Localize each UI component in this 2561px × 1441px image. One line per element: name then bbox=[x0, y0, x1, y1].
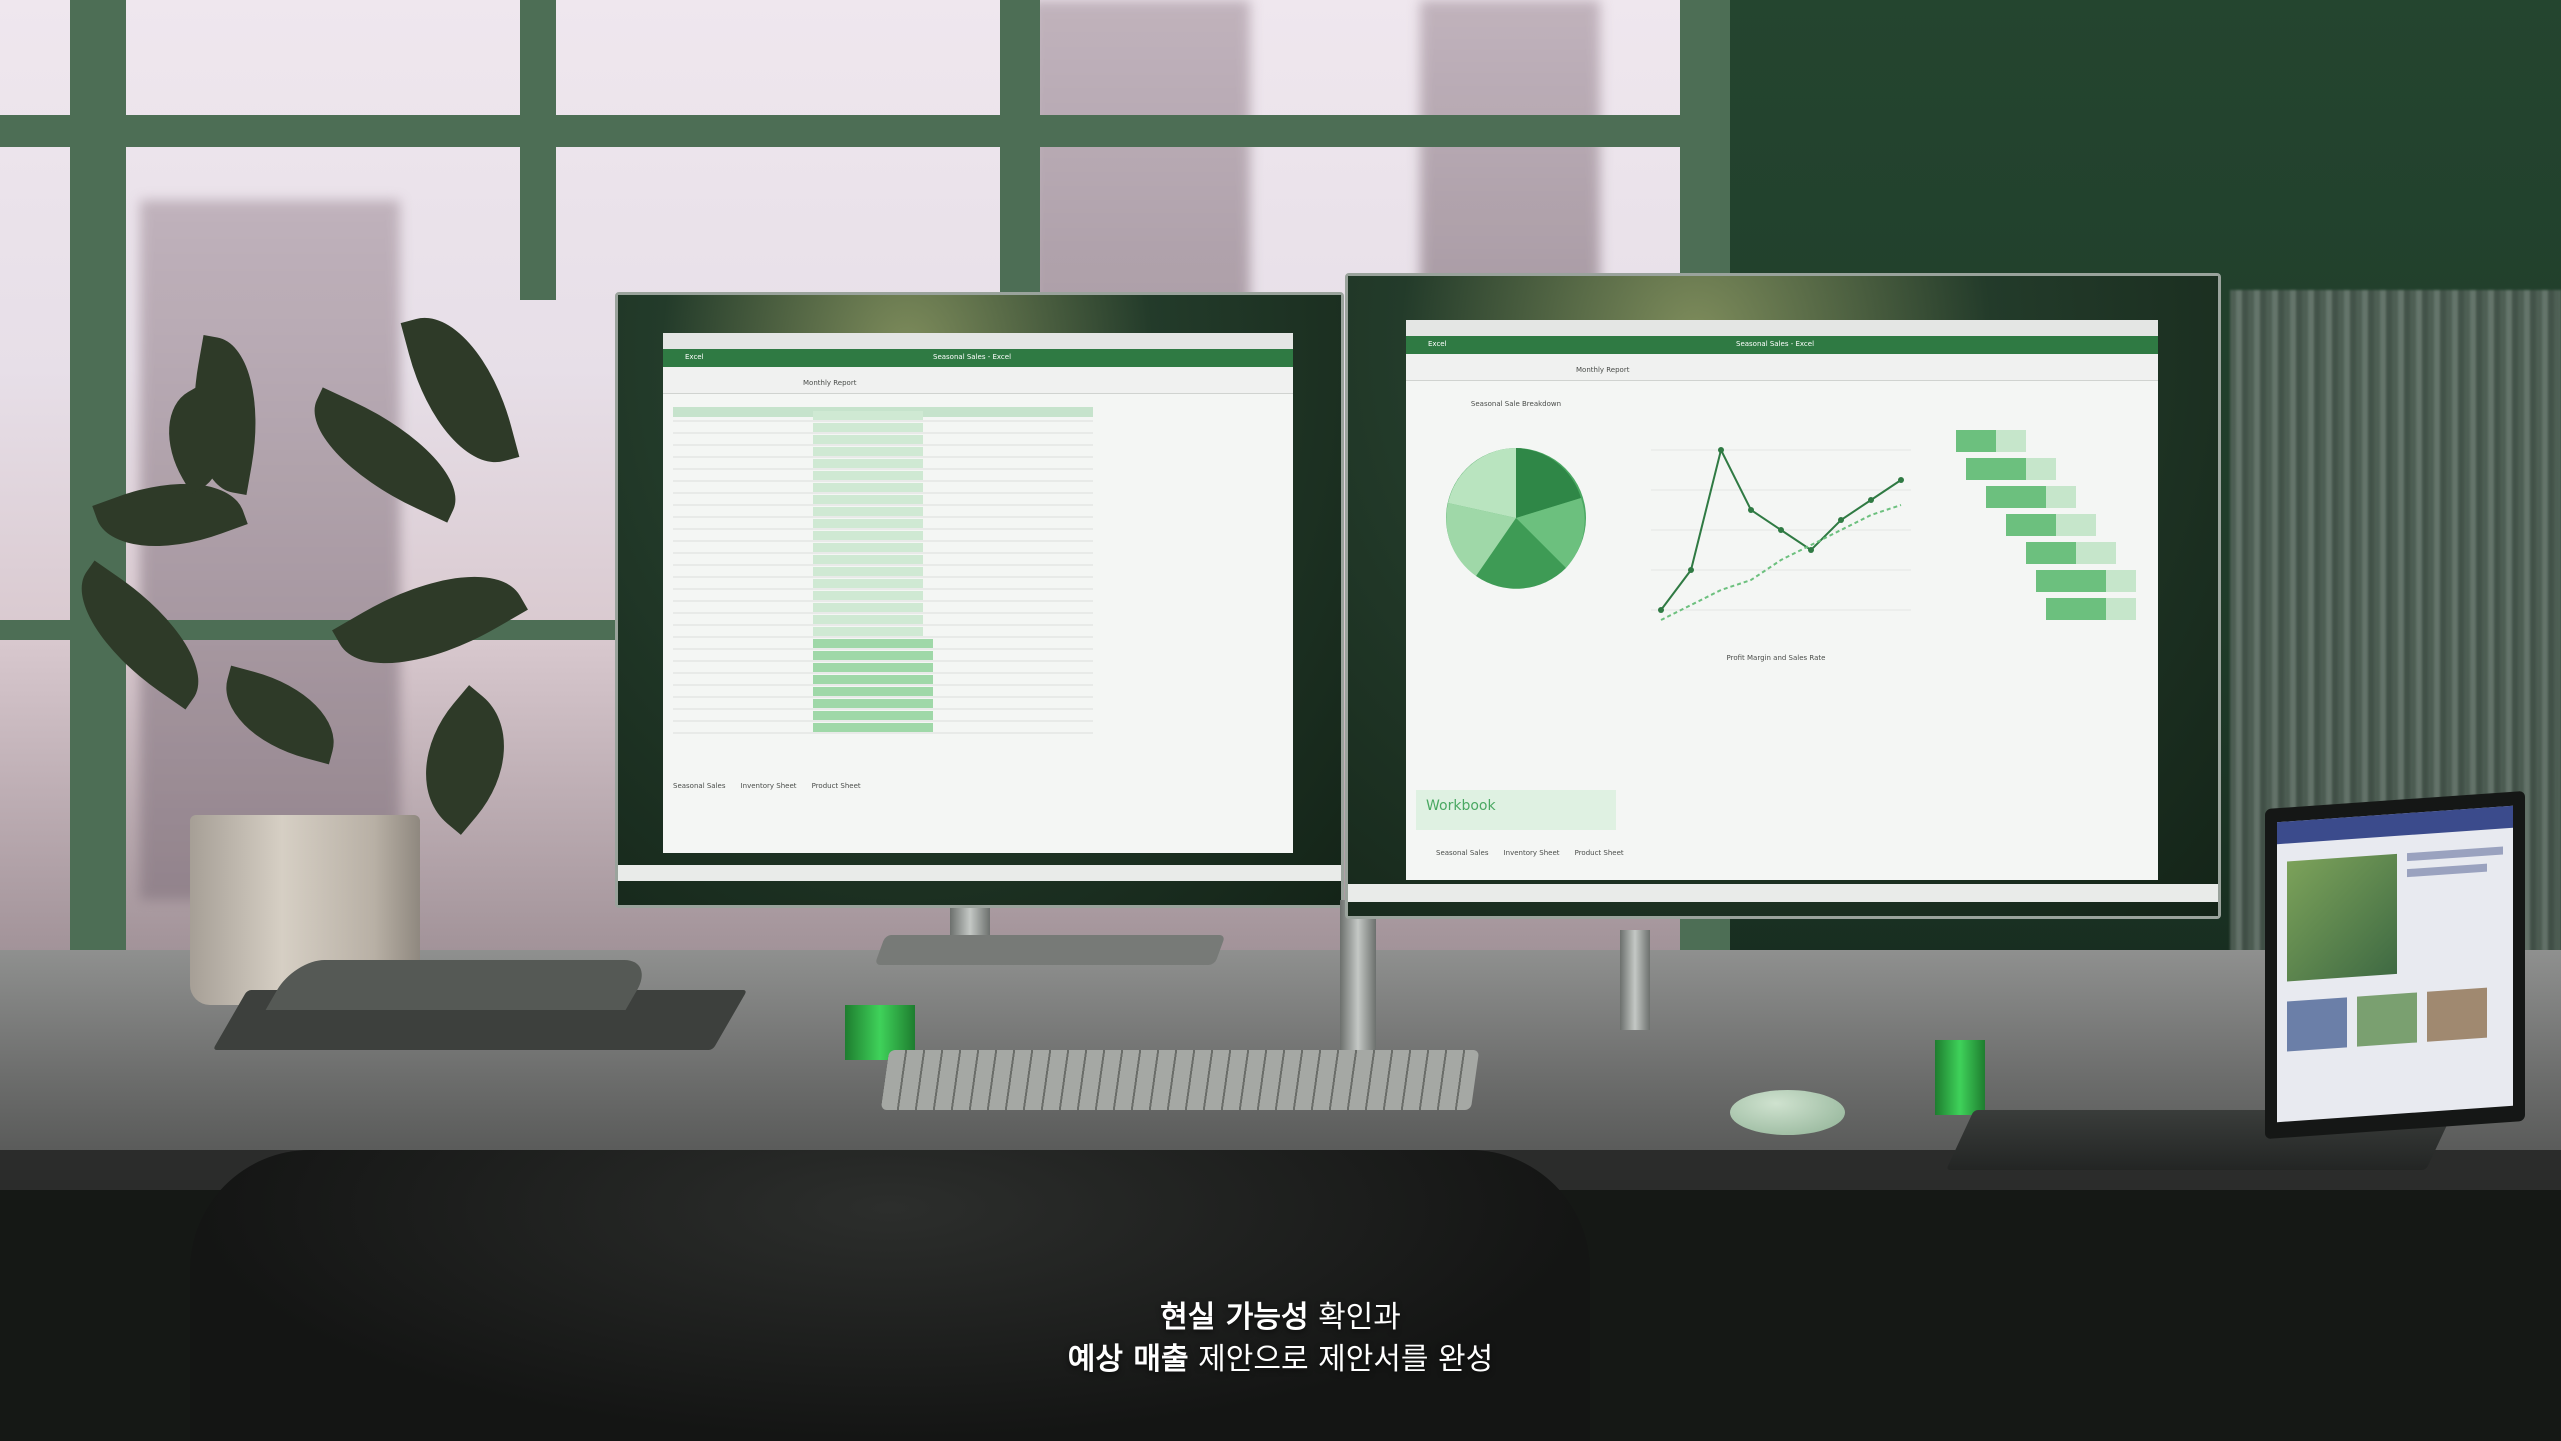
spreadsheet-window: Excel Seasonal Sales - Excel Monthly Rep… bbox=[663, 333, 1293, 853]
monitor-arm-pole bbox=[1340, 900, 1376, 1050]
tab-monthly-report[interactable]: Monthly Report bbox=[803, 379, 856, 387]
bar bbox=[1956, 430, 1996, 452]
bar bbox=[1986, 486, 2046, 508]
highlighted-cell[interactable] bbox=[813, 663, 933, 672]
highlighted-cell[interactable] bbox=[813, 555, 923, 564]
bar bbox=[2006, 514, 2056, 536]
subtitle-text: 확인과 bbox=[1308, 1300, 1401, 1335]
bar bbox=[2036, 570, 2106, 592]
notebook-pages bbox=[265, 960, 655, 1010]
subtitle-emphasis: 예상 매출 bbox=[1067, 1342, 1189, 1377]
line-chart bbox=[1651, 447, 1911, 621]
laptop-header-bar bbox=[2277, 805, 2513, 845]
keyboard[interactable] bbox=[880, 1050, 1480, 1110]
highlighted-cell[interactable] bbox=[813, 423, 923, 432]
window-frame bbox=[1000, 0, 1040, 300]
bar-chart bbox=[1956, 430, 2136, 620]
laptop-image bbox=[2287, 853, 2397, 982]
highlighted-cell[interactable] bbox=[813, 723, 933, 732]
laptop-thumbnail bbox=[2287, 997, 2347, 1052]
document-title: Seasonal Sales - Excel bbox=[1736, 340, 1815, 348]
sheet-tab-bar[interactable]: Seasonal Sales Inventory Sheet Product S… bbox=[673, 773, 1093, 790]
laptop-screen bbox=[2265, 790, 2525, 1140]
highlighted-cell[interactable] bbox=[813, 615, 923, 624]
app-header: Excel Seasonal Sales - Excel bbox=[663, 349, 1293, 367]
spreadsheet-window: Excel Seasonal Sales - Excel Monthly Rep… bbox=[1406, 320, 2158, 880]
right-monitor: Excel Seasonal Sales - Excel Monthly Rep… bbox=[1345, 273, 2221, 919]
line-chart-panel[interactable]: Profit Margin and Sales Rate bbox=[1631, 410, 1921, 680]
highlighted-cell[interactable] bbox=[813, 639, 933, 648]
browser-titlebar bbox=[1406, 320, 2158, 336]
highlighted-cell[interactable] bbox=[813, 711, 933, 720]
pie-chart-title: Seasonal Sale Breakdown bbox=[1470, 400, 1562, 408]
highlighted-cell[interactable] bbox=[813, 459, 923, 468]
highlighted-cell[interactable] bbox=[813, 447, 923, 456]
line-series bbox=[1660, 504, 1902, 621]
sheet-tab-bar[interactable]: Seasonal Sales Inventory Sheet Product S… bbox=[1436, 840, 1856, 857]
highlighted-cell[interactable] bbox=[813, 687, 933, 696]
sheet-tab[interactable]: Seasonal Sales bbox=[673, 782, 726, 790]
highlighted-cell[interactable] bbox=[813, 675, 933, 684]
subtitle-text: 제안으로 제안서를 완성 bbox=[1188, 1342, 1494, 1377]
laptop-text-line bbox=[2407, 863, 2487, 878]
sheet-tab[interactable]: Inventory Sheet bbox=[1504, 849, 1560, 857]
sheet-tab[interactable]: Inventory Sheet bbox=[741, 782, 797, 790]
sheet-tab[interactable]: Product Sheet bbox=[812, 782, 861, 790]
monitor-base bbox=[874, 935, 1226, 965]
workbook-label: Workbook bbox=[1426, 798, 1496, 814]
bar bbox=[2046, 598, 2106, 620]
highlighted-cell[interactable] bbox=[813, 435, 923, 444]
highlighted-cell[interactable] bbox=[813, 543, 923, 552]
highlighted-cell[interactable] bbox=[813, 471, 923, 480]
highlighted-cell[interactable] bbox=[813, 579, 923, 588]
highlighted-cell[interactable] bbox=[813, 699, 933, 708]
highlighted-cell[interactable] bbox=[813, 483, 923, 492]
ribbon-toolbar[interactable]: Monthly Report bbox=[663, 367, 1293, 394]
taskbar[interactable] bbox=[618, 865, 1341, 881]
left-monitor: Excel Seasonal Sales - Excel Monthly Rep… bbox=[615, 292, 1344, 908]
highlighted-cell[interactable] bbox=[813, 519, 923, 528]
subtitle-line-2: 예상 매출 제안으로 제안서를 완성 bbox=[0, 1334, 2561, 1378]
subtitle-emphasis: 현실 가능성 bbox=[1160, 1300, 1309, 1335]
plant-leaves bbox=[40, 300, 560, 835]
laptop-thumbnail bbox=[2427, 987, 2487, 1042]
highlighted-cell[interactable] bbox=[813, 411, 923, 420]
green-glass-cube bbox=[1935, 1040, 1985, 1115]
app-header: Excel Seasonal Sales - Excel bbox=[1406, 336, 2158, 354]
highlighted-cell[interactable] bbox=[813, 507, 923, 516]
highlighted-cell[interactable] bbox=[813, 567, 923, 576]
window-frame bbox=[520, 0, 556, 300]
sheet-tab[interactable]: Product Sheet bbox=[1575, 849, 1624, 857]
laptop-webpage[interactable] bbox=[2277, 805, 2513, 1123]
tab-monthly-report[interactable]: Monthly Report bbox=[1576, 366, 1629, 374]
ribbon-toolbar[interactable]: Monthly Report bbox=[1406, 354, 2158, 381]
highlighted-cell[interactable] bbox=[813, 603, 923, 612]
highlighted-cell[interactable] bbox=[813, 531, 923, 540]
pie-chart bbox=[1446, 448, 1586, 589]
highlighted-cell[interactable] bbox=[813, 495, 923, 504]
workbook-banner: Workbook bbox=[1416, 790, 1616, 830]
subtitle-line-1: 현실 가능성 확인과 bbox=[0, 1292, 2561, 1336]
app-name: Excel bbox=[1428, 340, 1447, 348]
mouse[interactable] bbox=[1730, 1090, 1845, 1135]
highlighted-cell[interactable] bbox=[813, 627, 923, 636]
taskbar[interactable] bbox=[1348, 884, 2218, 902]
highlighted-cell[interactable] bbox=[813, 651, 933, 660]
monitor-stand bbox=[1620, 930, 1650, 1030]
document-title: Seasonal Sales - Excel bbox=[933, 353, 1012, 361]
laptop-thumbnail bbox=[2357, 992, 2417, 1047]
browser-titlebar bbox=[663, 333, 1293, 349]
window-frame bbox=[0, 115, 1730, 147]
pie-chart-panel[interactable]: Seasonal Sale Breakdown bbox=[1416, 400, 1616, 660]
bar bbox=[2026, 542, 2076, 564]
data-table[interactable] bbox=[673, 407, 1093, 747]
app-name: Excel bbox=[685, 353, 704, 361]
bar-chart-panel[interactable] bbox=[1936, 410, 2146, 670]
table-grid bbox=[673, 407, 1093, 734]
line-chart-label: Profit Margin and Sales Rate bbox=[1726, 654, 1826, 662]
bar bbox=[1966, 458, 2026, 480]
laptop-text-line bbox=[2407, 846, 2503, 862]
sheet-tab[interactable]: Seasonal Sales bbox=[1436, 849, 1489, 857]
highlighted-cell[interactable] bbox=[813, 591, 923, 600]
